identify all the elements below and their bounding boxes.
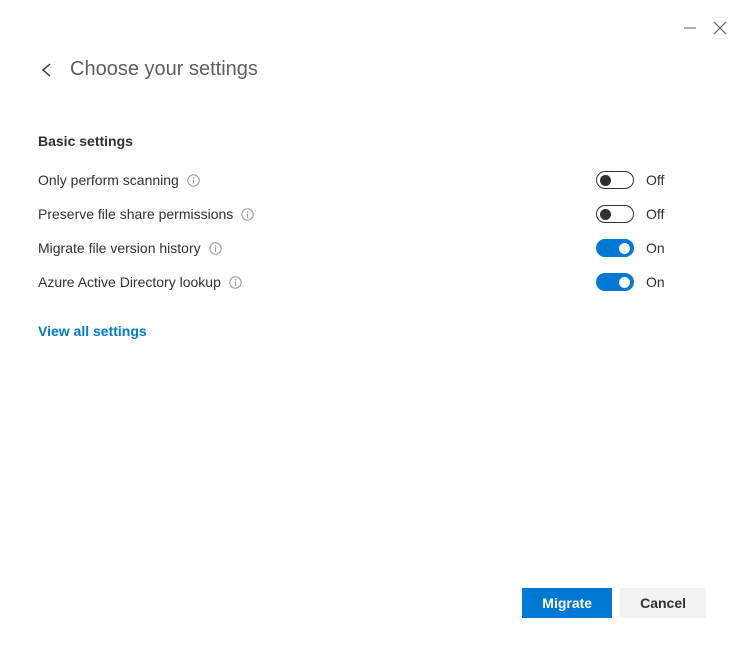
minimize-icon: [683, 21, 697, 35]
cancel-button[interactable]: Cancel: [620, 588, 706, 618]
toggle-version-history[interactable]: [596, 239, 634, 257]
content: Basic settings Only perform scanning Off…: [0, 81, 748, 339]
setting-row-scanning: Only perform scanning Off: [38, 171, 670, 189]
info-icon[interactable]: [209, 242, 222, 255]
info-icon[interactable]: [229, 276, 242, 289]
info-icon[interactable]: [187, 174, 200, 187]
setting-label-group: Migrate file version history: [38, 240, 222, 256]
header: Choose your settings: [0, 0, 748, 81]
footer: Migrate Cancel: [522, 588, 706, 618]
setting-label-group: Only perform scanning: [38, 172, 200, 188]
section-title-basic: Basic settings: [38, 133, 670, 149]
setting-row-version-history: Migrate file version history On: [38, 239, 670, 257]
toggle-scanning[interactable]: [596, 171, 634, 189]
window-controls: [682, 20, 728, 36]
setting-label: Preserve file share permissions: [38, 206, 233, 222]
migrate-button[interactable]: Migrate: [522, 588, 612, 618]
toggle-aad-lookup[interactable]: [596, 273, 634, 291]
setting-label: Azure Active Directory lookup: [38, 274, 221, 290]
setting-control: Off: [596, 205, 670, 223]
setting-label-group: Preserve file share permissions: [38, 206, 254, 222]
toggle-state-label: On: [646, 240, 670, 256]
back-button[interactable]: [38, 61, 56, 79]
setting-control: On: [596, 273, 670, 291]
toggle-state-label: Off: [646, 206, 670, 222]
minimize-button[interactable]: [682, 20, 698, 36]
page-title: Choose your settings: [70, 58, 258, 81]
toggle-state-label: On: [646, 274, 670, 290]
setting-control: Off: [596, 171, 670, 189]
setting-label-group: Azure Active Directory lookup: [38, 274, 242, 290]
setting-label: Only perform scanning: [38, 172, 179, 188]
toggle-state-label: Off: [646, 172, 670, 188]
view-all-settings-link[interactable]: View all settings: [38, 323, 147, 339]
toggle-permissions[interactable]: [596, 205, 634, 223]
chevron-left-icon: [41, 63, 53, 77]
setting-label: Migrate file version history: [38, 240, 201, 256]
close-button[interactable]: [712, 20, 728, 36]
close-icon: [713, 21, 727, 35]
setting-row-aad-lookup: Azure Active Directory lookup On: [38, 273, 670, 291]
setting-control: On: [596, 239, 670, 257]
setting-row-permissions: Preserve file share permissions Off: [38, 205, 670, 223]
info-icon[interactable]: [241, 208, 254, 221]
